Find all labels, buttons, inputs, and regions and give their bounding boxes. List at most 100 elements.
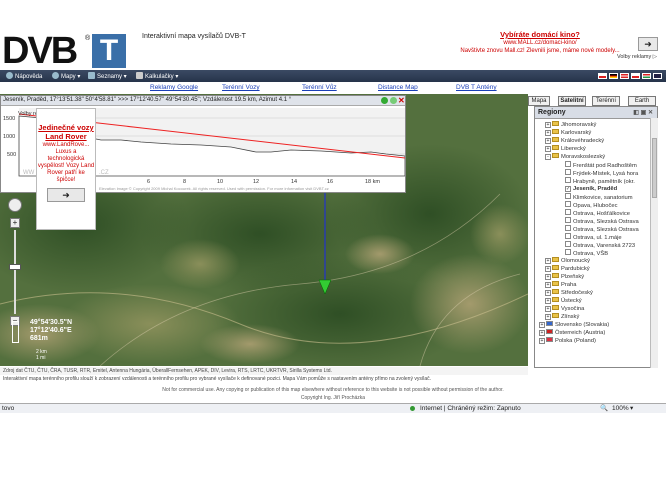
security-zone[interactable]: Internet | Chráněný režim: Zapnuto	[420, 404, 521, 413]
zoom-slider-handle[interactable]	[9, 264, 21, 270]
window-green-icon[interactable]	[381, 97, 388, 104]
region-tree-item[interactable]: + Slovensko (Slovakia)	[539, 321, 609, 329]
zoom-slider-track[interactable]	[14, 230, 16, 314]
checkbox[interactable]	[565, 177, 571, 183]
top-ad-headline[interactable]: Vybíráte domácí kino?	[460, 31, 620, 39]
region-tree-item[interactable]: Klimkovice, sanatorium	[565, 193, 633, 201]
region-tree-item[interactable]: + Karlovarský	[545, 129, 591, 137]
left-ad-headline[interactable]: Jedinečné vozy Land Rover	[37, 123, 95, 141]
zoom-level[interactable]: 100%	[612, 404, 629, 413]
checkbox[interactable]	[565, 217, 571, 223]
flag-at-icon[interactable]	[620, 73, 629, 79]
top-ad-options[interactable]: Volby reklamy ▷	[617, 54, 657, 60]
left-ad[interactable]: Jedinečné vozy Land Rover www.LandRove..…	[36, 108, 96, 230]
region-tree-item[interactable]: Ostrava, Hošťálkovice	[565, 209, 630, 217]
region-tree-item[interactable]: Ostrava, Slezská Ostrava	[565, 225, 639, 233]
menu-seznamy[interactable]: Seznamy ▾	[88, 72, 127, 80]
region-tree-item[interactable]: Opava, Hlubočec	[565, 201, 617, 209]
menu-napoveda[interactable]: Nápověda	[6, 72, 42, 80]
expand-icon[interactable]: +	[545, 266, 551, 272]
checkbox[interactable]	[565, 249, 571, 255]
top-ad-link[interactable]: www.MALL.cz/domaci-kino/	[460, 39, 620, 47]
region-tree-item[interactable]: Ostrava, VŠB	[565, 249, 608, 257]
pan-control-icon[interactable]	[8, 198, 22, 212]
checkbox[interactable]	[565, 169, 571, 175]
expand-icon[interactable]: +	[545, 298, 551, 304]
top-ad-arrow-button[interactable]: ➜	[638, 37, 658, 51]
menu-kalkulacky[interactable]: Kalkulačky ▾	[136, 72, 178, 80]
collapse-icon[interactable]: -	[545, 154, 551, 160]
panel-tool-icons[interactable]: ◧ ▣ ✕	[633, 109, 653, 116]
region-tree-item[interactable]: Frenštát pod Radhoštěm	[565, 161, 637, 169]
left-ad-arrow-button[interactable]: ➜	[47, 188, 85, 202]
flag-hu-icon[interactable]	[642, 73, 651, 79]
flag-de-icon[interactable]	[609, 73, 618, 79]
region-tree-item[interactable]: + Jihomoravský	[545, 121, 596, 129]
expand-icon[interactable]: +	[545, 146, 551, 152]
expand-icon[interactable]: +	[545, 138, 551, 144]
checkbox[interactable]	[565, 161, 571, 167]
expand-icon[interactable]: +	[545, 130, 551, 136]
region-tree-item[interactable]: Ostrava, Varenská 2723	[565, 241, 635, 249]
region-tree-item[interactable]: ✓ Jeseník, Praděd	[565, 185, 617, 193]
map-type-earth[interactable]: Earth	[628, 96, 656, 106]
link-terenni-vuz[interactable]: Terénní Vůz	[302, 84, 337, 91]
region-tree-item[interactable]: - Moravskoslezský	[545, 153, 605, 161]
map-type-mapa[interactable]: Mapa	[528, 96, 550, 106]
left-ad-link[interactable]: www.LandRove...	[37, 141, 95, 149]
checkbox[interactable]: ✓	[565, 186, 571, 192]
region-tree-item[interactable]: + Olomoucký	[545, 257, 590, 265]
window-minimize-icon[interactable]	[390, 97, 397, 104]
top-ad[interactable]: Vybíráte domácí kino? www.MALL.cz/domaci…	[460, 31, 620, 55]
expand-icon[interactable]: +	[545, 282, 551, 288]
scrollbar-thumb[interactable]	[652, 138, 657, 198]
map-type-terenni[interactable]: Terénní	[592, 96, 620, 106]
expand-icon[interactable]: +	[545, 314, 551, 320]
expand-icon[interactable]: +	[545, 122, 551, 128]
region-tree-item[interactable]: + Pardubický	[545, 265, 590, 273]
region-tree-item[interactable]: Ostrava, Slezská Ostrava	[565, 217, 639, 225]
expand-icon[interactable]: +	[545, 290, 551, 296]
flag-cz-icon[interactable]	[598, 73, 607, 79]
checkbox[interactable]	[565, 241, 571, 247]
zoom-in-icon[interactable]: +	[10, 218, 20, 228]
region-tree-item[interactable]: + Ústecký	[545, 297, 582, 305]
close-icon[interactable]: ✕	[398, 96, 405, 105]
region-tree-item[interactable]: + Liberecký	[545, 145, 586, 153]
region-tree-item[interactable]: + Zlínský	[545, 313, 579, 321]
region-tree-item[interactable]: + Vysočina	[545, 305, 584, 313]
location-marker-icon[interactable]	[318, 279, 332, 295]
checkbox[interactable]	[565, 225, 571, 231]
checkbox[interactable]	[565, 209, 571, 215]
region-tree-item[interactable]: Hrabyně, pamětník (okr.	[565, 177, 635, 185]
expand-icon[interactable]: +	[539, 330, 545, 336]
checkbox[interactable]	[565, 233, 571, 239]
zoom-chevron-down-icon[interactable]: ▾	[630, 404, 633, 413]
region-tree-item[interactable]: + Středočeský	[545, 289, 593, 297]
panel-scrollbar[interactable]	[650, 118, 658, 368]
checkbox[interactable]	[565, 201, 571, 207]
expand-icon[interactable]: +	[545, 306, 551, 312]
menu-mapy[interactable]: Mapy ▾	[52, 72, 80, 80]
expand-icon[interactable]: +	[539, 338, 545, 344]
link-reklamy-google[interactable]: Reklamy Google	[150, 84, 198, 91]
expand-icon[interactable]: +	[545, 258, 551, 264]
region-tree-item[interactable]: + Praha	[545, 281, 576, 289]
checkbox[interactable]	[565, 193, 571, 199]
expand-icon[interactable]: +	[545, 274, 551, 280]
link-dvbt-anteny[interactable]: DVB T Antény	[456, 84, 497, 91]
dvbt-logo[interactable]: DVB ® T	[2, 32, 126, 70]
zoom-icon[interactable]: 🔍	[600, 404, 608, 413]
region-tree-item[interactable]: Frýdek-Místek, Lysá hora	[565, 169, 638, 177]
flag-uk-icon[interactable]	[653, 73, 662, 79]
flag-pl-icon[interactable]	[631, 73, 640, 79]
region-tree-item[interactable]: + Královéhradecký	[545, 137, 604, 145]
region-tree-item[interactable]: Ostrava, ul. 1.máje	[565, 233, 622, 241]
link-distance-map[interactable]: Distance Map	[378, 84, 418, 91]
map-type-satelitni[interactable]: Satelitní	[558, 96, 586, 106]
region-tree-item[interactable]: + Plzeňský	[545, 273, 584, 281]
region-tree-item[interactable]: + Österreich (Austria)	[539, 329, 605, 337]
link-terenni-vozy[interactable]: Terénní Vozy	[222, 84, 260, 91]
expand-icon[interactable]: +	[539, 322, 545, 328]
region-tree-item[interactable]: + Polska (Poland)	[539, 337, 596, 345]
